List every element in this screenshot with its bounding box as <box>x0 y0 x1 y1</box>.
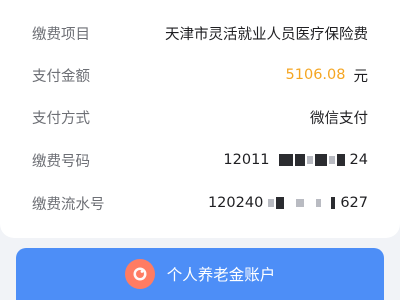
number-value: 12011 24 <box>223 152 368 168</box>
serial-prefix: 120240 <box>207 195 264 211</box>
number-suffix: 24 <box>349 152 368 168</box>
number-redaction <box>273 154 347 166</box>
detail-row-number: 缴费号码 12011 24 <box>0 139 400 181</box>
pension-account-label: 个人养老金账户 <box>166 266 276 284</box>
serial-value: 120240 627 <box>208 195 368 211</box>
detail-row-amount: 支付金额 5106.08 元 <box>0 54 400 96</box>
payment-details-card: 缴费项目 天津市灵活就业人员医疗保险费 支付金额 5106.08 元 支付方式 … <box>0 0 400 238</box>
serial-redaction <box>266 197 337 209</box>
serial-label: 缴费流水号 <box>32 196 105 213</box>
method-label: 支付方式 <box>32 110 90 127</box>
detail-row-item: 缴费项目 天津市灵活就业人员医疗保险费 <box>0 12 400 54</box>
item-label: 缴费项目 <box>32 26 90 43</box>
detail-row-serial: 缴费流水号 120240 627 <box>0 182 400 224</box>
pension-account-button[interactable]: 个人养老金账户 <box>16 248 384 300</box>
amount-unit: 元 <box>353 68 369 85</box>
method-value: 微信支付 <box>310 110 368 127</box>
number-prefix: 12011 <box>223 152 270 168</box>
coin-piggy-icon <box>124 259 155 289</box>
serial-suffix: 627 <box>340 195 368 211</box>
amount-value: 5106.08 <box>285 67 346 83</box>
amount-value-group: 5106.08 元 <box>286 65 368 86</box>
detail-row-method: 支付方式 微信支付 <box>0 96 400 138</box>
number-label: 缴费号码 <box>32 153 90 170</box>
item-value: 天津市灵活就业人员医疗保险费 <box>165 26 368 43</box>
amount-label: 支付金额 <box>32 68 90 85</box>
